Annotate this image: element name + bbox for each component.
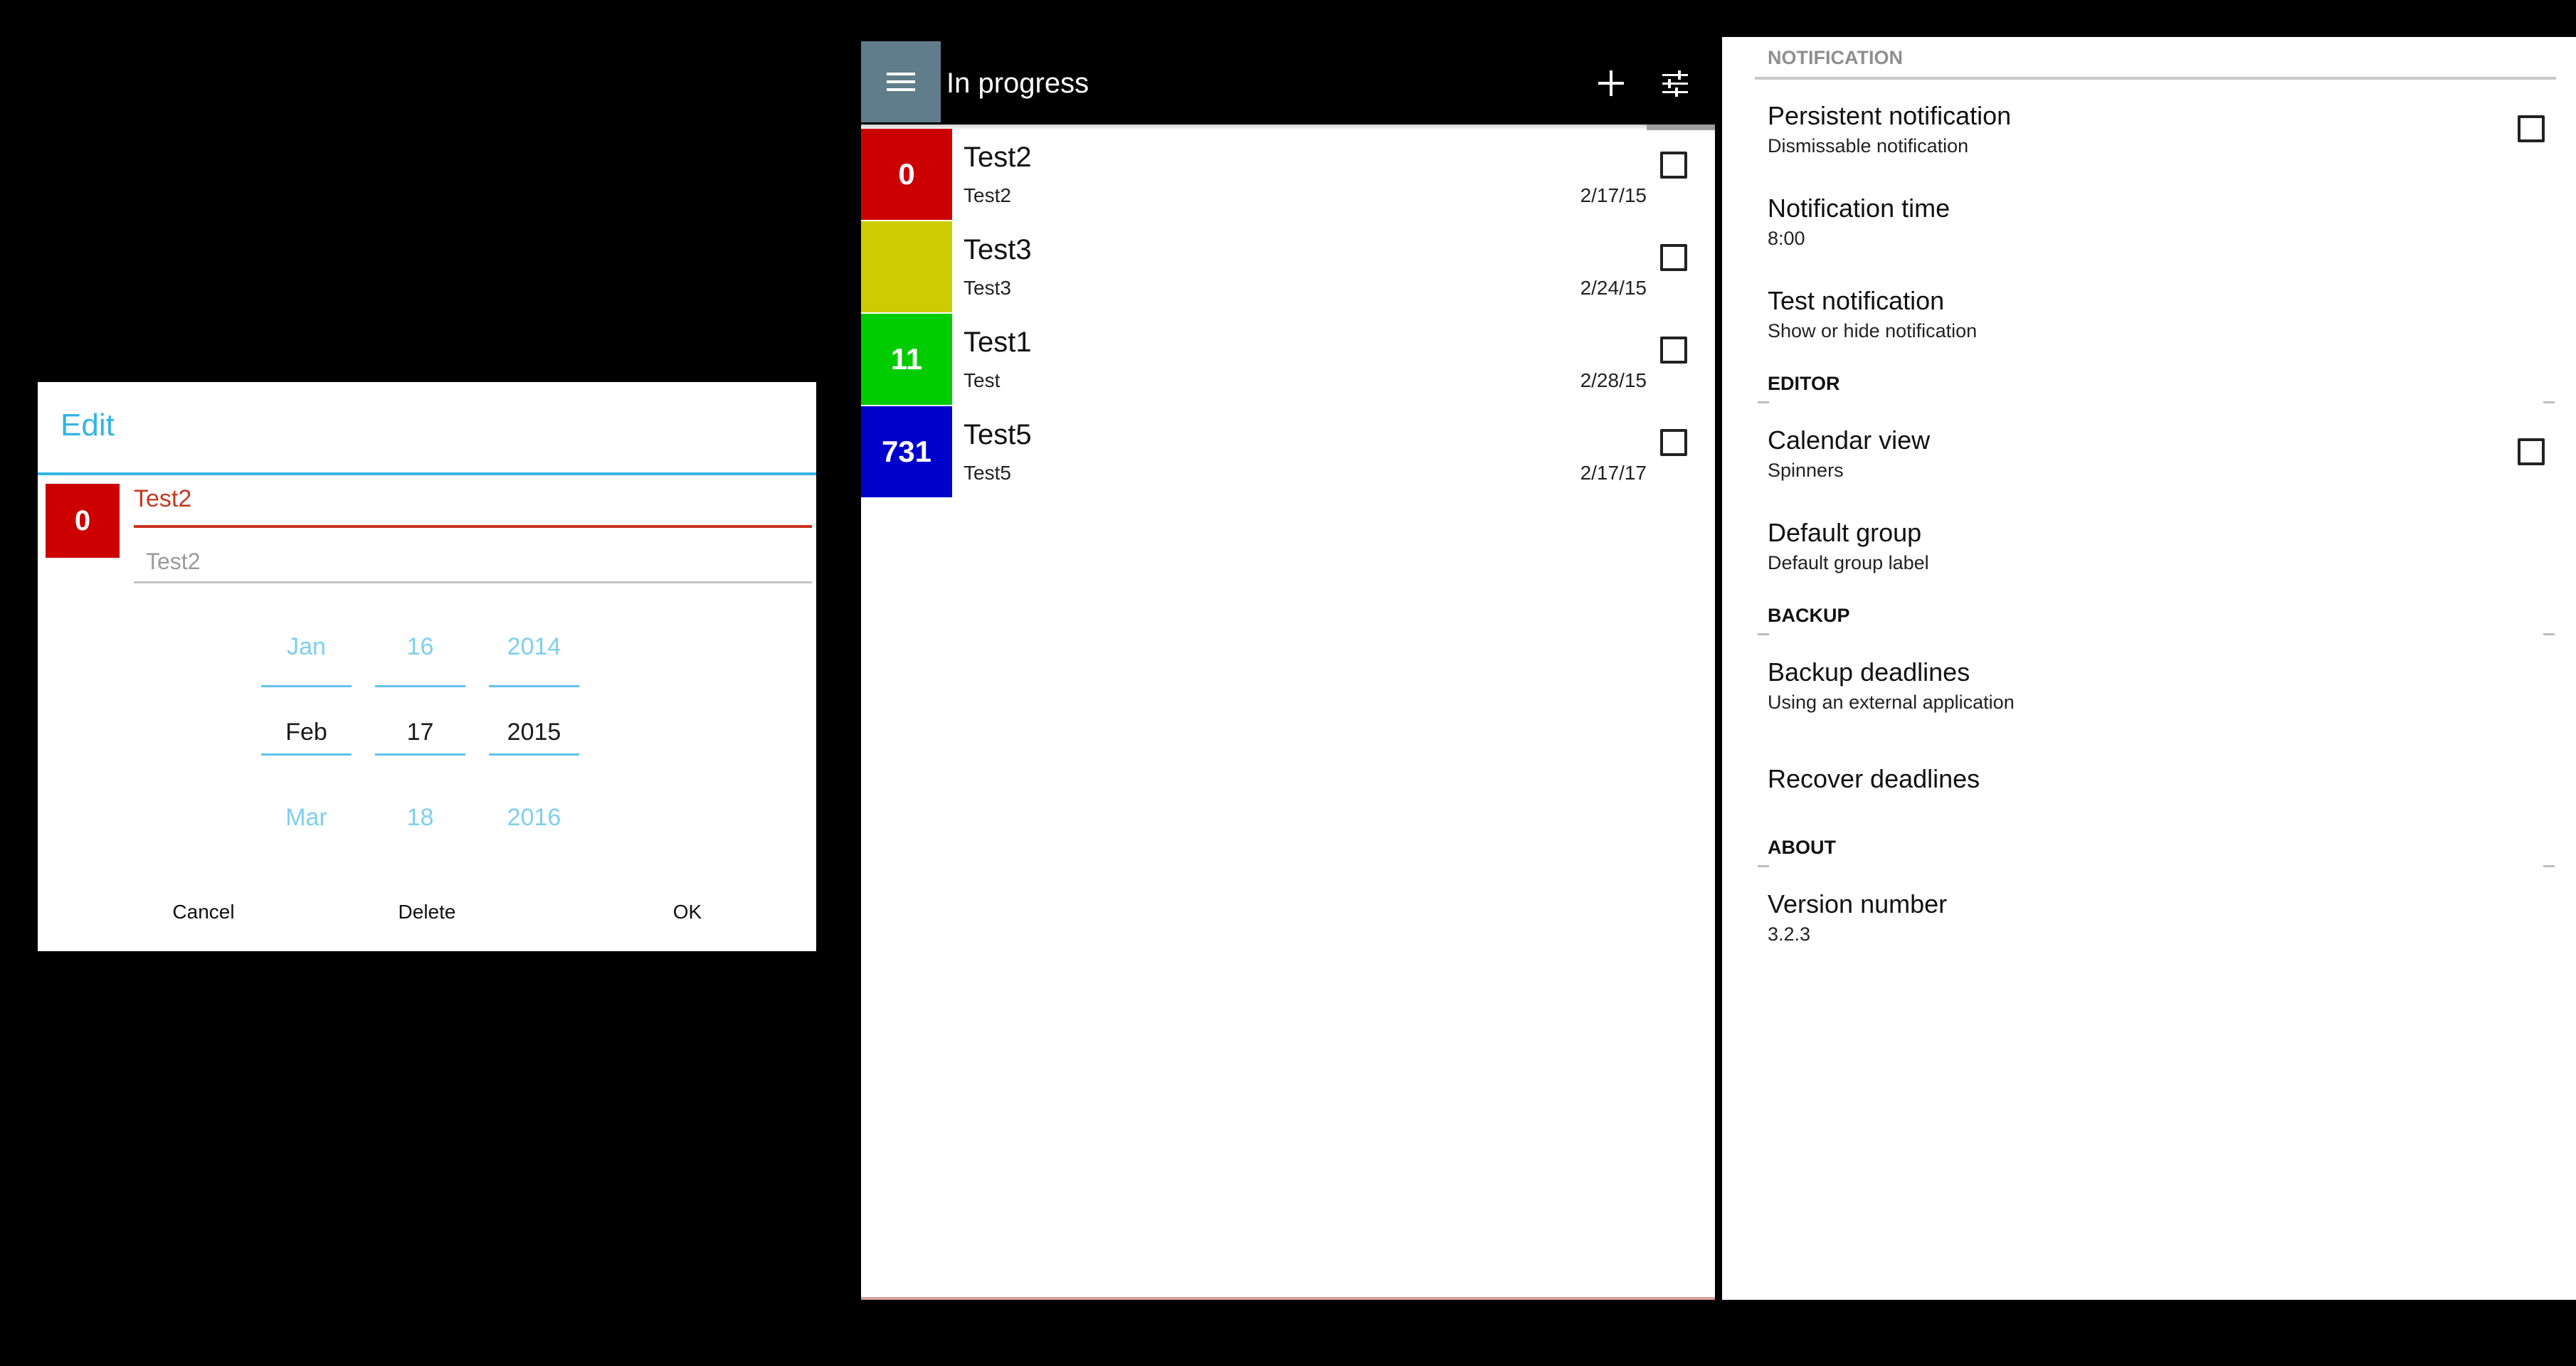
- month-prev[interactable]: Jan: [261, 625, 352, 668]
- year-next[interactable]: 2016: [489, 796, 579, 839]
- pref-test-notification[interactable]: Test notification Show or hide notificat…: [1768, 286, 2576, 364]
- dialog-title-divider: [38, 472, 816, 475]
- deadline-list-screen: In progress 0 Test2 Test2 2/17/15 Test3 …: [861, 41, 1715, 1300]
- persistent-notification-checkbox[interactable]: [2518, 115, 2545, 142]
- pref-summary: Dismissable notification: [1768, 135, 1969, 157]
- pref-persistent-notification[interactable]: Persistent notification Dismissable noti…: [1768, 101, 2576, 179]
- pref-calendar-view[interactable]: Calendar view Spinners: [1768, 425, 2576, 504]
- days-left-badge: 11: [861, 314, 952, 405]
- screen-bottom-divider: [861, 1297, 1715, 1300]
- spinner-divider: [261, 753, 352, 756]
- plus-icon[interactable]: [1587, 59, 1635, 107]
- tune-icon[interactable]: [1651, 59, 1699, 107]
- pref-summary: Show or hide notification: [1768, 320, 1978, 342]
- version-value: 3.2.3: [1768, 923, 1811, 945]
- pref-summary: Spinners: [1768, 460, 1844, 481]
- pref-default-group[interactable]: Default group Default group label: [1768, 518, 2576, 596]
- list-item[interactable]: 731 Test5 Test5 2/17/17: [861, 406, 1715, 497]
- item-subtitle: Test2: [964, 184, 1011, 206]
- item-checkbox[interactable]: [1660, 337, 1687, 364]
- pref-backup-deadlines[interactable]: Backup deadlines Using an external appli…: [1768, 657, 2576, 736]
- item-subtitle: Test3: [964, 277, 1011, 299]
- pref-notification-time[interactable]: Notification time 8:00: [1768, 194, 2576, 272]
- month-selected[interactable]: Feb: [261, 711, 352, 753]
- day-prev[interactable]: 16: [375, 625, 465, 668]
- pref-summary: Using an external application: [1768, 692, 2015, 713]
- spinner-divider: [375, 685, 465, 687]
- day-next[interactable]: 18: [375, 796, 465, 839]
- dialog-title: Edit: [60, 408, 115, 443]
- year-selected[interactable]: 2015: [489, 711, 579, 753]
- pref-title: Persistent notification: [1768, 101, 2012, 130]
- pref-summary: 8:00: [1768, 228, 1805, 249]
- day-spinner[interactable]: 16 17 18: [375, 617, 465, 831]
- item-checkbox[interactable]: [1660, 152, 1687, 179]
- section-divider: [2543, 865, 2555, 867]
- item-date: 2/24/15: [1580, 277, 1647, 299]
- item-title: Test5: [964, 419, 1032, 450]
- item-title: Test1: [964, 327, 1032, 358]
- calendar-view-checkbox[interactable]: [2518, 438, 2545, 465]
- list-item[interactable]: Test3 Test3 2/24/15: [861, 221, 1715, 312]
- item-date: 2/28/15: [1580, 369, 1647, 391]
- section-divider: [1758, 633, 1769, 635]
- section-divider: [2543, 401, 2555, 403]
- delete-button[interactable]: Delete: [342, 887, 512, 937]
- pref-title: Default group: [1768, 518, 1922, 547]
- item-date: 2/17/17: [1580, 462, 1647, 484]
- pref-title: Test notification: [1768, 286, 1945, 315]
- section-header-backup: BACKUP: [1768, 605, 1850, 626]
- section-divider: [1755, 77, 2556, 80]
- item-date: 2/17/15: [1580, 184, 1647, 206]
- page-title: In progress: [946, 68, 1089, 99]
- month-next[interactable]: Mar: [261, 796, 352, 839]
- item-checkbox[interactable]: [1660, 429, 1687, 456]
- list-item[interactable]: 11 Test1 Test 2/28/15: [861, 314, 1715, 405]
- spinner-divider: [489, 685, 579, 687]
- pref-title: Notification time: [1768, 194, 1951, 223]
- list-item[interactable]: 0 Test2 Test2 2/17/15: [861, 129, 1715, 220]
- app-bar: In progress: [861, 41, 1715, 125]
- days-left-badge: 0: [46, 484, 120, 558]
- year-prev[interactable]: 2014: [489, 625, 579, 668]
- edit-dialog: Edit 0 Jan Feb Mar 16 17 18 2014 2015 20…: [38, 382, 816, 951]
- description-input-underline: [134, 581, 812, 583]
- section-header-editor: EDITOR: [1768, 373, 1840, 394]
- pref-recover-deadlines[interactable]: Recover deadlines: [1768, 764, 2576, 842]
- days-left-badge: [861, 221, 952, 312]
- pref-title: Backup deadlines: [1768, 657, 1970, 687]
- settings-screen: NOTIFICATION Persistent notification Dis…: [1722, 37, 2576, 1300]
- pref-summary: Default group label: [1768, 552, 1929, 573]
- spinner-divider: [489, 753, 579, 756]
- section-divider: [1758, 865, 1769, 867]
- pref-title: Recover deadlines: [1768, 764, 1980, 793]
- item-checkbox[interactable]: [1660, 244, 1687, 271]
- pref-title: Calendar view: [1768, 425, 1931, 455]
- menu-icon[interactable]: [861, 41, 941, 122]
- spinner-divider: [375, 753, 465, 756]
- section-divider: [1758, 401, 1769, 403]
- cancel-button[interactable]: Cancel: [118, 887, 289, 937]
- name-input[interactable]: [134, 482, 810, 516]
- item-subtitle: Test: [964, 369, 1001, 391]
- section-header-notification: NOTIFICATION: [1768, 47, 1903, 68]
- days-left-badge: 731: [861, 406, 952, 497]
- year-spinner[interactable]: 2014 2015 2016: [489, 617, 579, 831]
- item-title: Test3: [964, 234, 1032, 265]
- pref-version-number: Version number 3.2.3: [1768, 889, 2576, 968]
- ok-button[interactable]: OK: [602, 887, 773, 937]
- description-input[interactable]: [146, 544, 808, 578]
- pref-title: Version number: [1768, 889, 1948, 918]
- section-header-about: ABOUT: [1768, 837, 1836, 858]
- spinner-divider: [261, 685, 352, 687]
- days-left-badge: 0: [861, 129, 952, 220]
- name-input-underline: [134, 525, 812, 528]
- item-subtitle: Test5: [964, 462, 1011, 484]
- month-spinner[interactable]: Jan Feb Mar: [261, 617, 352, 831]
- item-title: Test2: [964, 142, 1032, 173]
- section-divider: [2543, 633, 2555, 635]
- day-selected[interactable]: 17: [375, 711, 465, 753]
